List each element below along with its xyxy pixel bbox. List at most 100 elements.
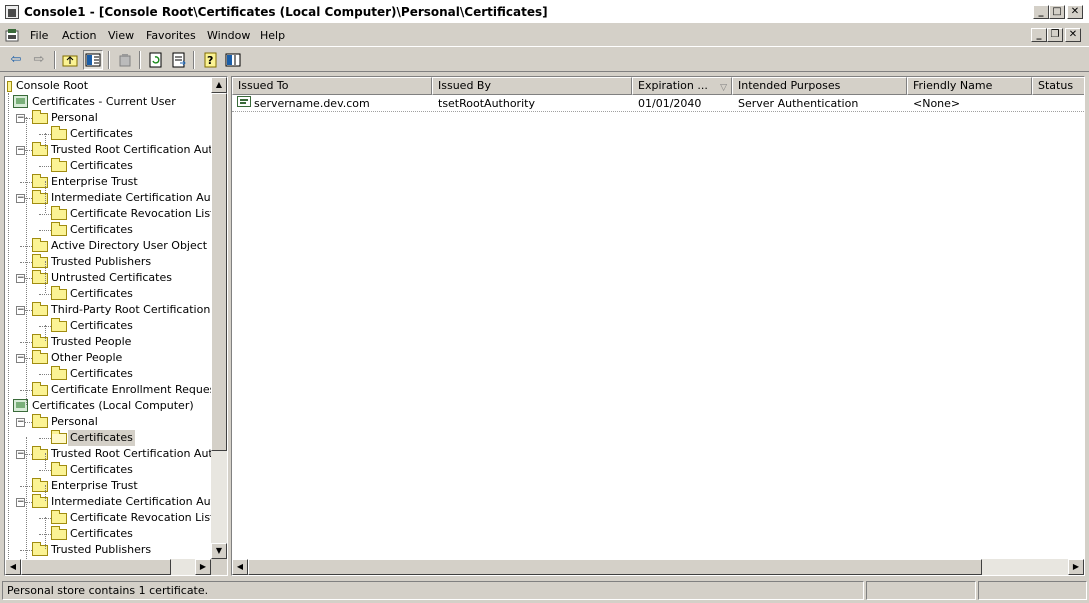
forward-arrow-icon[interactable]: ⇨ [29, 50, 49, 70]
scroll-thumb[interactable] [248, 559, 982, 575]
tree-node[interactable]: − Untrusted Certificates [5, 270, 211, 286]
console-tree-pane[interactable]: Console Root Certificates - Current User −… [4, 76, 228, 576]
console-app-icon[interactable] [5, 5, 19, 19]
tree-vertical-scrollbar[interactable]: ▲ ▼ [211, 77, 227, 559]
menu-help[interactable]: Help [260, 29, 285, 42]
maximize-button[interactable]: □ [1049, 5, 1065, 19]
action-pane-icon[interactable] [223, 50, 243, 70]
folder-icon [51, 462, 67, 476]
tree-node[interactable]: Certificate Enrollment Requests [5, 382, 211, 398]
console-document-icon[interactable] [5, 28, 20, 43]
tree-node[interactable]: Enterprise Trust [5, 174, 211, 190]
menu-bar: File Action View Favorites Window Help _… [0, 25, 1089, 47]
collapse-toggle[interactable]: − [16, 194, 25, 203]
tree-node[interactable]: Certificates [5, 222, 211, 238]
menu-view[interactable]: View [108, 29, 134, 42]
scroll-right-button[interactable]: ▶ [195, 559, 211, 575]
collapse-toggle[interactable]: − [16, 146, 25, 155]
minimize-button[interactable]: _ [1033, 5, 1049, 19]
tree-node[interactable]: Certificates [5, 526, 211, 542]
close-button[interactable]: ✕ [1067, 5, 1083, 19]
menu-favorites[interactable]: Favorites [146, 29, 196, 42]
column-issued-to[interactable]: Issued To [232, 77, 432, 95]
tree-node[interactable]: Trusted Publishers [5, 254, 211, 270]
collapse-toggle[interactable]: − [16, 354, 25, 363]
column-expiration[interactable]: Expiration ... ▽ [632, 77, 732, 95]
menu-window[interactable]: Window [207, 29, 250, 42]
folder-icon [51, 206, 67, 220]
tree-node[interactable]: Trusted Publishers [5, 542, 211, 558]
column-friendly-name[interactable]: Friendly Name [907, 77, 1032, 95]
column-intended-purposes[interactable]: Intended Purposes [732, 77, 907, 95]
menu-file[interactable]: File [30, 29, 48, 42]
collapse-toggle[interactable]: − [16, 450, 25, 459]
refresh-icon[interactable] [146, 50, 166, 70]
up-folder-icon[interactable] [60, 50, 80, 70]
collapse-toggle[interactable]: − [16, 498, 25, 507]
delete-icon[interactable] [115, 50, 135, 70]
tree-node[interactable]: − Third-Party Root Certification Au [5, 302, 211, 318]
folder-icon [51, 510, 67, 524]
child-minimize-button[interactable]: _ [1031, 28, 1047, 42]
console-root-icon [7, 81, 12, 92]
show-hide-tree-icon[interactable] [83, 50, 103, 70]
folder-icon [32, 302, 48, 316]
scroll-left-button[interactable]: ◀ [232, 559, 248, 575]
collapse-toggle[interactable]: − [16, 114, 25, 123]
title-bar[interactable]: Console1 - [Console Root\Certificates (L… [0, 0, 1089, 24]
tree-horizontal-scrollbar[interactable]: ◀ ▶ [5, 559, 211, 575]
collapse-toggle[interactable]: − [16, 418, 25, 427]
collapse-toggle[interactable]: − [16, 274, 25, 283]
scroll-left-button[interactable]: ◀ [5, 559, 21, 575]
scroll-thumb[interactable] [21, 559, 171, 575]
help-icon[interactable]: ? [200, 50, 220, 70]
certificate-list-pane[interactable]: Issued To Issued By Expiration ... ▽ Inte… [231, 76, 1085, 576]
scroll-right-button[interactable]: ▶ [1068, 559, 1084, 575]
tree-node-label: Trusted Publishers [51, 255, 152, 268]
tree-node-label: Certificates (Local Computer) [32, 399, 194, 412]
cell-issued-to: servername.dev.com [254, 97, 370, 110]
export-list-icon[interactable] [169, 50, 189, 70]
svg-text:?: ? [207, 54, 213, 67]
list-horizontal-scrollbar[interactable]: ◀ ▶ [232, 559, 1084, 575]
tree-node-label: Certificate Revocation List [70, 207, 211, 220]
tree-node-label: Trusted People [51, 335, 132, 348]
tree-node[interactable]: Certificates [5, 126, 211, 142]
tree-node[interactable]: Console Root [5, 78, 211, 94]
column-label: Intended Purposes [738, 79, 841, 92]
tree-node[interactable]: − Trusted Root Certification Autho [5, 446, 211, 462]
back-arrow-icon[interactable]: ⇦ [6, 50, 26, 70]
tree-node-label: Certificates [70, 127, 133, 140]
column-issued-by[interactable]: Issued By [432, 77, 632, 95]
tree-node[interactable]: − Personal [5, 110, 211, 126]
column-label: Friendly Name [913, 79, 993, 92]
tree-node[interactable]: − Trusted Root Certification Autho [5, 142, 211, 158]
tree-node[interactable]: Certificates [5, 318, 211, 334]
column-status[interactable]: Status [1032, 77, 1084, 95]
tree-node[interactable]: Certificates [5, 462, 211, 478]
tree-node[interactable]: − Intermediate Certification Author [5, 494, 211, 510]
tree-node[interactable]: Certificates - Current User [5, 94, 211, 110]
tree-node[interactable]: Certificate Revocation List [5, 510, 211, 526]
tree-node[interactable]: Enterprise Trust [5, 478, 211, 494]
table-row[interactable]: servername.dev.com tsetRootAuthority 01/… [232, 96, 1084, 112]
menu-action[interactable]: Action [62, 29, 96, 42]
tree-node[interactable]: Trusted People [5, 334, 211, 350]
tree-node[interactable]: Active Directory User Object [5, 238, 211, 254]
tree-node[interactable]: Certificates (Local Computer) [5, 398, 211, 414]
child-restore-button[interactable]: ❐ [1047, 28, 1063, 42]
tree-node[interactable]: − Other People [5, 350, 211, 366]
tree-node[interactable]: − Personal [5, 414, 211, 430]
tree-node[interactable]: Certificates [5, 158, 211, 174]
tree-node[interactable]: − Intermediate Certification Author [5, 190, 211, 206]
collapse-toggle[interactable]: − [16, 306, 25, 315]
scroll-down-button[interactable]: ▼ [211, 543, 227, 559]
scroll-thumb[interactable] [211, 93, 227, 451]
tree-node[interactable]: Certificates [5, 366, 211, 382]
tree-node[interactable]: Certificates [5, 430, 211, 446]
console-tree[interactable]: Console Root Certificates - Current User −… [5, 77, 211, 559]
tree-node[interactable]: Certificates [5, 286, 211, 302]
scroll-up-button[interactable]: ▲ [211, 77, 227, 93]
child-close-button[interactable]: ✕ [1065, 28, 1081, 42]
tree-node[interactable]: Certificate Revocation List [5, 206, 211, 222]
